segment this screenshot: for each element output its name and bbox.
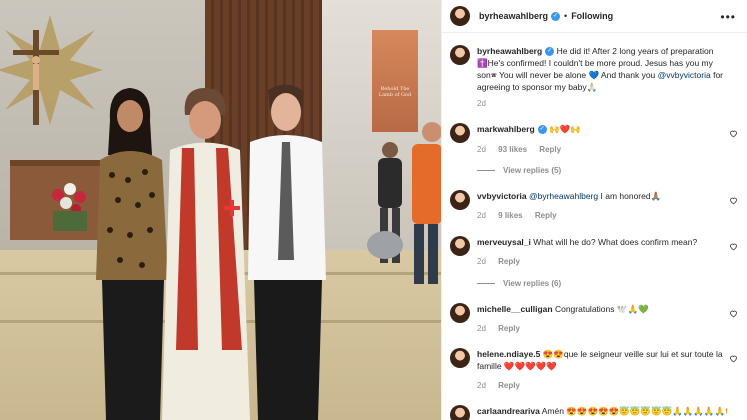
comment-time: 2d bbox=[477, 211, 486, 220]
reply-button[interactable]: Reply bbox=[498, 257, 520, 266]
more-options-icon[interactable]: ••• bbox=[720, 10, 736, 24]
reply-button[interactable]: Reply bbox=[539, 145, 561, 154]
avatar[interactable] bbox=[450, 405, 470, 420]
banner-text: Behold The Lamb of God bbox=[378, 86, 412, 98]
comment-item: helene.ndiaye.5 😍😍que le seigneur veille… bbox=[450, 348, 746, 394]
people-group bbox=[96, 84, 326, 420]
post-header: byrheawahlberg ✓ • Following ••• bbox=[442, 0, 747, 33]
comment-body: carlaandreariva Amén 😍😍😍😍😍😇😇😇😇😇🙏🙏🙏🙏🙏😍 bbox=[477, 405, 727, 417]
caption-mention[interactable]: @vvbyvictoria bbox=[658, 70, 711, 80]
heart-icon[interactable] bbox=[729, 354, 738, 363]
comment-meta: 2d Reply bbox=[477, 381, 530, 390]
caption-username[interactable]: byrheawahlberg bbox=[477, 46, 542, 56]
avatar[interactable] bbox=[450, 236, 470, 256]
heart-icon[interactable] bbox=[729, 309, 738, 318]
caption-time: 2d bbox=[477, 99, 486, 108]
avatar[interactable] bbox=[450, 123, 470, 143]
avatar[interactable] bbox=[450, 45, 470, 65]
caption-meta: 2d bbox=[477, 99, 496, 108]
likes-count[interactable]: 93 likes bbox=[498, 145, 527, 154]
following-button[interactable]: Following bbox=[571, 11, 613, 21]
comment-body: merveuysal_i What will he do? What does … bbox=[477, 236, 727, 248]
comment-body: michelle__culligan Congratulations 🕊️🙏💚 bbox=[477, 303, 727, 315]
flower-arrangement bbox=[52, 183, 87, 231]
comment-body: markwahlberg ✓ 🙌❤️🙌 bbox=[477, 123, 727, 135]
teen-figure bbox=[248, 84, 326, 420]
verified-icon: ✓ bbox=[545, 47, 555, 57]
heart-icon[interactable] bbox=[729, 242, 738, 251]
person-orange-shirt bbox=[412, 122, 441, 284]
reply-button[interactable]: Reply bbox=[498, 324, 520, 333]
verified-icon: ✓ bbox=[537, 125, 547, 135]
header-username[interactable]: byrheawahlberg bbox=[479, 11, 548, 21]
comment-meta: 2d Reply bbox=[477, 324, 530, 333]
priest-figure bbox=[162, 88, 250, 420]
avatar[interactable] bbox=[450, 303, 470, 323]
comments-panel: byrheawahlberg ✓ • Following ••• byrheaw… bbox=[441, 0, 747, 420]
comment-username[interactable]: carlaandreariva bbox=[477, 406, 540, 416]
comment-meta: 2d Reply bbox=[477, 257, 530, 266]
comment-text: 🙌❤️🙌 bbox=[549, 124, 581, 134]
comment-mention[interactable]: @byrheawahlberg bbox=[529, 191, 598, 201]
avatar[interactable] bbox=[450, 348, 470, 368]
banner bbox=[372, 30, 418, 132]
post-photo: Behold The Lamb of God bbox=[0, 0, 441, 420]
view-replies-button[interactable]: View replies (6) bbox=[477, 279, 561, 288]
avatar[interactable] bbox=[450, 6, 470, 26]
comment-text: I am honored🙏🏽 bbox=[600, 191, 662, 201]
comment-time: 2d bbox=[477, 381, 486, 390]
comment-body: vvbyvictoria @byrheawahlberg I am honore… bbox=[477, 190, 727, 202]
reply-button[interactable]: Reply bbox=[535, 211, 557, 220]
heart-icon[interactable] bbox=[729, 196, 738, 205]
comment-text: Amén 😍😍😍😍😍😇😇😇😇😇🙏🙏🙏🙏🙏😍 bbox=[541, 406, 727, 416]
caption-body: byrheawahlberg ✓ He did it! After 2 long … bbox=[477, 45, 727, 93]
comment-time: 2d bbox=[477, 257, 486, 266]
dot-separator: • bbox=[564, 11, 568, 21]
verified-icon: ✓ bbox=[551, 11, 561, 21]
comment-text: What will he do? What does confirm mean? bbox=[533, 237, 698, 247]
comment-item: michelle__culligan Congratulations 🕊️🙏💚 … bbox=[450, 303, 746, 339]
comment-item: merveuysal_i What will he do? What does … bbox=[450, 236, 746, 276]
comment-text: Congratulations 🕊️🙏💚 bbox=[554, 304, 649, 314]
avatar[interactable] bbox=[450, 190, 470, 210]
likes-count[interactable]: 9 likes bbox=[498, 211, 522, 220]
comment-body: helene.ndiaye.5 😍😍que le seigneur veille… bbox=[477, 348, 727, 372]
view-replies-button[interactable]: View replies (5) bbox=[477, 166, 561, 175]
heart-icon[interactable] bbox=[729, 129, 738, 138]
reply-button[interactable]: Reply bbox=[498, 381, 520, 390]
comment-meta: 2d 9 likes Reply bbox=[477, 211, 567, 220]
comment-username[interactable]: helene.ndiaye.5 bbox=[477, 349, 540, 359]
comment-item: carlaandreariva Amén 😍😍😍😍😍😇😇😇😇😇🙏🙏🙏🙏🙏😍 bbox=[450, 405, 746, 420]
comment-username[interactable]: michelle__culligan bbox=[477, 304, 553, 314]
comment-meta: 2d 93 likes Reply bbox=[477, 145, 571, 154]
comment-username[interactable]: markwahlberg bbox=[477, 124, 535, 134]
comment-username[interactable]: vvbyvictoria bbox=[477, 191, 527, 201]
comment-item: vvbyvictoria @byrheawahlberg I am honore… bbox=[450, 190, 746, 230]
comment-username[interactable]: merveuysal_i bbox=[477, 237, 531, 247]
post-caption: byrheawahlberg ✓ He did it! After 2 long … bbox=[450, 45, 746, 108]
woman-figure bbox=[96, 88, 168, 420]
comment-time: 2d bbox=[477, 145, 486, 154]
comment-time: 2d bbox=[477, 324, 486, 333]
